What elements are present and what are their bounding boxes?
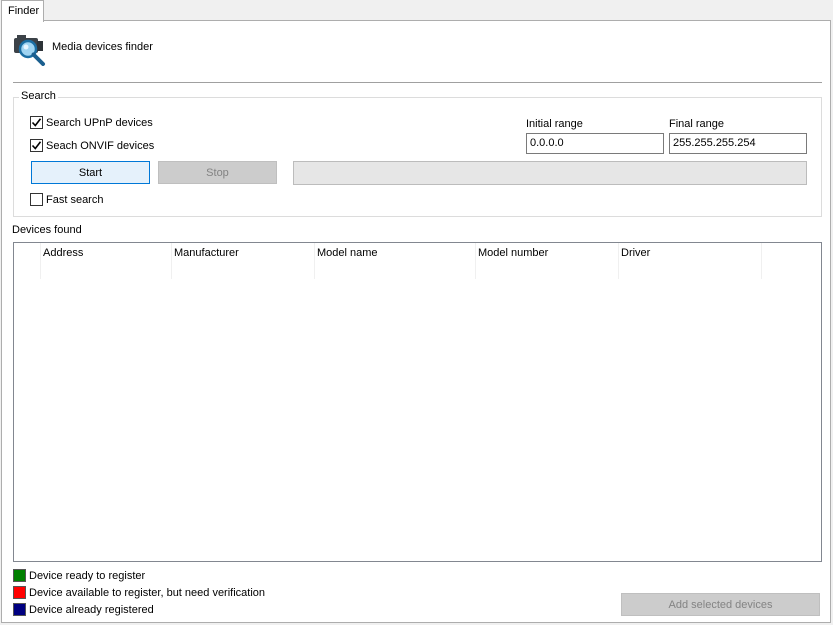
finder-panel: Media devices finder Search Search UPnP … <box>1 20 831 623</box>
tab-finder-label: Finder <box>8 5 40 17</box>
start-button[interactable]: Start <box>31 161 150 184</box>
check-icon <box>31 141 42 150</box>
tab-strip: Finder <box>0 0 833 22</box>
fast-search-checkbox[interactable]: Fast search <box>30 193 103 206</box>
search-group-label: Search <box>19 90 58 102</box>
blue-swatch-icon <box>13 603 26 616</box>
column-header-address[interactable]: Address <box>41 243 172 279</box>
upnp-checkbox[interactable]: Search UPnP devices <box>30 116 153 129</box>
legend-verification-label: Device available to register, but need v… <box>29 586 266 599</box>
initial-range-input[interactable]: 0.0.0.0 <box>526 133 664 154</box>
final-range-label: Final range <box>669 118 725 130</box>
legend-verification: Device available to register, but need v… <box>13 586 265 599</box>
search-group: Search Search UPnP devices Seach ONVIF d… <box>13 90 822 217</box>
devices-found-label: Devices found <box>12 224 82 236</box>
header-divider <box>13 82 822 83</box>
stop-button[interactable]: Stop <box>158 161 277 184</box>
upnp-checkbox-label: Search UPnP devices <box>46 116 153 129</box>
search-progress-bar <box>293 161 807 185</box>
green-swatch-icon <box>13 569 26 582</box>
column-header-model-number[interactable]: Model number <box>476 243 619 279</box>
upnp-checkbox-box[interactable] <box>30 116 43 129</box>
red-swatch-icon <box>13 586 26 599</box>
fast-search-checkbox-label: Fast search <box>46 193 104 206</box>
tab-finder[interactable]: Finder <box>1 0 44 22</box>
legend-ready-label: Device ready to register <box>29 569 146 582</box>
devices-list[interactable]: Address Manufacturer Model name Model nu… <box>13 242 822 562</box>
final-range-input[interactable]: 255.255.255.254 <box>669 133 807 154</box>
column-header-manufacturer[interactable]: Manufacturer <box>172 243 315 279</box>
legend-ready: Device ready to register <box>13 569 145 582</box>
fast-search-checkbox-box[interactable] <box>30 193 43 206</box>
onvif-checkbox-label: Seach ONVIF devices <box>46 139 155 152</box>
column-header-select[interactable] <box>14 243 41 279</box>
legend-registered: Device already registered <box>13 603 154 616</box>
onvif-checkbox-box[interactable] <box>30 139 43 152</box>
column-header-driver[interactable]: Driver <box>619 243 762 279</box>
column-header-model-name[interactable]: Model name <box>315 243 476 279</box>
initial-range-label: Initial range <box>526 118 583 130</box>
camera-search-icon <box>13 34 47 66</box>
legend-registered-label: Device already registered <box>29 603 154 616</box>
page-title: Media devices finder <box>52 41 153 53</box>
add-selected-devices-button[interactable]: Add selected devices <box>621 593 820 616</box>
check-icon <box>31 118 42 127</box>
onvif-checkbox[interactable]: Seach ONVIF devices <box>30 139 154 152</box>
